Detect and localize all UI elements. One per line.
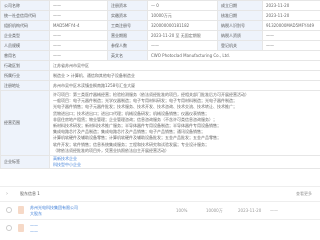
shareholder-section-header: › 股东信息 1 查看更多 [0,186,320,201]
field-label: 注册资本 [107,0,148,11]
subscribed-capital: 10000万 [206,208,223,213]
field-value: 91320000MAD5MFY449 [262,20,320,31]
info-row: 行政区划 江苏省苏州市吴中区 [0,60,320,71]
field-value: CWO Photoclad Manufacturing Co., Ltd. [147,50,320,61]
shareholder-role: 大股东 [30,211,42,216]
section-title: 股东信息 1 [20,191,40,196]
business-scope-text: 许可项目：第三类医疗器械经营；检验检测服务（依法须经批准的项目，经相关部门批准后… [49,90,320,156]
field-value: MAD5MFY4-4 [49,20,108,31]
info-row: 人员规模 —— 参保人数 —— 登记机关 —— [0,40,320,51]
field-label: 人员规模 [0,40,50,51]
info-row: 注册地址 苏州市吴中区木渎镇金枫南路1258号汇金大厦 [0,80,320,91]
info-row: 组织机构代码 MAD5MFY4-4 工商注册号 320000000181182 纳税人识… [0,20,320,31]
company-tags-row: 企业标签 高新技术企业 科技型中小企业 [0,154,320,170]
field-label: 公司名称 [0,0,50,11]
shareholder-row[interactable]: 苏州光电科技集团有限公司 大股东 100% 10000万 2023-11-20 … [0,201,320,219]
field-label: 登记机关 [217,40,263,51]
field-label: 纳税人识别号 [217,20,263,31]
shareholder-role: —— [30,229,38,234]
field-label: 英文名 [107,50,148,61]
row-checkbox-icon[interactable] [6,207,12,213]
field-label: 行政区划 [0,60,50,71]
field-value: —— [262,30,320,41]
field-label: 所属行业 [0,70,50,81]
field-value: —— [49,0,108,11]
company-tag[interactable]: 科技型中小企业 [53,162,317,168]
field-label: 工商注册号 [107,20,148,31]
field-label: 组织机构代码 [0,20,50,31]
share-ratio: 100% [176,208,188,213]
field-value: —— [49,40,108,51]
field-value: 制造业 > 计算机、通信和其他电子设备制造业 [49,70,320,81]
view-more-link[interactable]: 查看更多 [296,191,312,197]
info-row: 曾用名 —— 英文名 CWO Photoclad Manufacturing Co.,… [0,50,320,61]
field-value: 320000000181182 [147,20,218,31]
field-label: 注册地址 [0,80,50,91]
info-row: 公司名称 —— 注册资本 — 0 成立日期 2023-11-20 [0,0,320,11]
scope-line: （除依法须经批准的项目外，凭营业执照依法自主开展经营活动） [53,147,169,153]
subscribed-date: 2023-11-20 [238,208,262,213]
field-label: 曾用名 [0,50,50,61]
company-info-table: 公司名称 —— 注册资本 — 0 成立日期 2023-11-20 统一社会信用代码 —— 实缴资… [0,0,320,170]
company-logo-icon [18,224,24,232]
company-tags: 高新技术企业 科技型中小企业 [49,154,320,170]
field-value: 2023-11-20 至 无固定期限 [147,30,218,41]
shareholder-name[interactable]: —— [30,223,140,228]
field-label: 核准日期 [217,10,263,21]
field-label: 参保人数 [107,40,148,51]
field-label: 纳税人资质 [217,30,263,41]
extra-info: —— [270,208,278,213]
field-label: 营业期限 [107,30,148,41]
field-value: 苏州市吴中区木渎镇金枫南路1258号汇金大厦 [49,80,320,91]
company-logo-icon [18,206,24,214]
field-label: 成立日期 [217,0,263,11]
field-value: 江苏省苏州市吴中区 [49,60,320,71]
field-value: 2023-11-20 [262,10,320,21]
field-label: 统一社会信用代码 [0,10,50,21]
field-value: —— [262,40,320,51]
field-value: 10000万元 [147,10,218,21]
field-value: — 0 [147,0,218,11]
field-value: —— [147,40,218,51]
shareholder-row[interactable]: —— —— [0,219,320,237]
field-label: 实缴资本 [107,10,148,21]
field-label: 企业类型 [0,30,50,41]
info-row: 企业类型 —— 营业期限 2023-11-20 至 无固定期限 纳税人资质 —— [0,30,320,41]
shareholder-name[interactable]: 苏州光电科技集团有限公司 [30,205,140,210]
business-scope-row: 经营范围 许可项目：第三类医疗器械经营；检验检测服务（依法须经批准的项目，经相关部… [0,90,320,156]
row-checkbox-icon[interactable] [6,225,12,231]
field-value: —— [49,30,108,41]
field-value: 2023-11-20 [262,0,320,11]
field-label: 经营范围 [0,90,50,156]
field-label: 企业标签 [0,154,50,170]
field-value: —— [49,10,108,21]
expand-icon[interactable]: › [6,192,10,197]
info-row: 统一社会信用代码 —— 实缴资本 10000万元 核准日期 2023-11-20 [0,10,320,21]
field-value: —— [49,50,108,61]
info-row: 所属行业 制造业 > 计算机、通信和其他电子设备制造业 [0,70,320,81]
